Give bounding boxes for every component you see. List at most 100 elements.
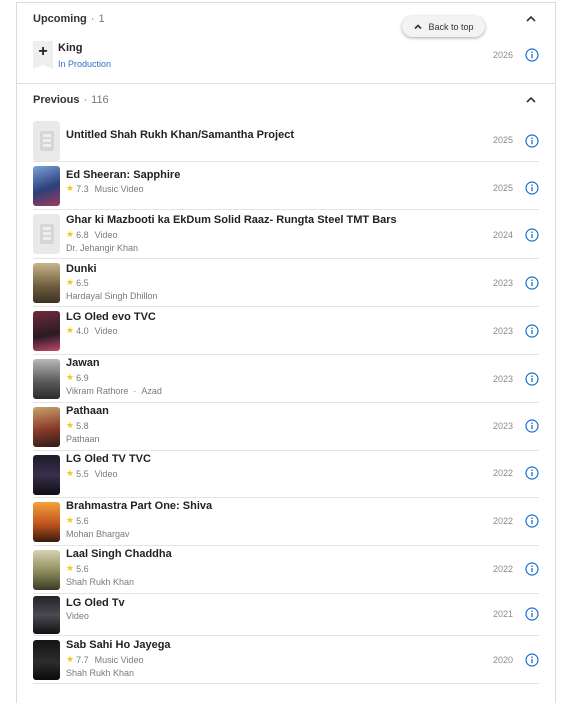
info-circle-icon[interactable] bbox=[525, 607, 539, 621]
info-circle-icon[interactable] bbox=[525, 562, 539, 576]
item-year: 2026 bbox=[492, 50, 513, 60]
list-item[interactable]: Dunki ★ 6.5 Hardayal Singh Dhillon 2023 bbox=[33, 260, 539, 307]
info-circle-icon[interactable] bbox=[525, 324, 539, 338]
item-title[interactable]: Dunki bbox=[66, 263, 97, 275]
item-year: 2025 bbox=[492, 183, 513, 193]
info-circle-icon[interactable] bbox=[525, 181, 539, 195]
item-title[interactable]: Jawan bbox=[66, 357, 100, 369]
item-year: 2023 bbox=[492, 326, 513, 336]
add-to-watchlist-button[interactable]: + bbox=[33, 41, 53, 69]
item-title[interactable]: Brahmastra Part One: Shiva bbox=[66, 500, 212, 512]
info-circle-icon[interactable] bbox=[525, 466, 539, 480]
item-meta: ★ 6.9 bbox=[66, 372, 89, 383]
item-status: In Production bbox=[58, 59, 112, 69]
item-rating: 6.9 bbox=[76, 372, 89, 383]
info-circle-icon[interactable] bbox=[525, 653, 539, 667]
list-item[interactable]: Ed Sheeran: Sapphire ★ 7.3 Music Video 2… bbox=[33, 163, 539, 210]
list-item[interactable]: Pathaan ★ 5.8 Pathaan 2023 bbox=[33, 404, 539, 451]
list-item[interactable]: Untitled Shah Rukh Khan/Samantha Project… bbox=[33, 119, 539, 162]
info-circle-icon[interactable] bbox=[525, 276, 539, 290]
info-circle-icon[interactable] bbox=[525, 419, 539, 433]
item-rating: 4.0 bbox=[76, 325, 89, 336]
list-item[interactable]: LG Oled TV TVC ★ 5.5 Video 2022 bbox=[33, 452, 539, 498]
poster-image[interactable] bbox=[33, 263, 60, 303]
item-title[interactable]: Untitled Shah Rukh Khan/Samantha Project bbox=[66, 129, 294, 141]
item-year: 2023 bbox=[492, 278, 513, 288]
chevron-up-icon[interactable] bbox=[523, 92, 539, 108]
upcoming-sep: · bbox=[90, 13, 95, 25]
item-role: Dr. Jehangir Khan bbox=[66, 243, 139, 253]
item-title[interactable]: Laal Singh Chaddha bbox=[66, 548, 172, 560]
item-rating: 7.3 bbox=[76, 183, 89, 194]
filmography-panel: Upcoming · 1 Back to top + King In Produ… bbox=[16, 2, 556, 703]
previous-section-header[interactable]: Previous · 116 bbox=[33, 86, 539, 114]
item-type: Music Video bbox=[94, 654, 144, 665]
poster-image[interactable] bbox=[33, 311, 60, 351]
chevron-up-icon[interactable] bbox=[523, 11, 539, 27]
upcoming-item[interactable]: + King In Production 2026 bbox=[33, 39, 539, 75]
poster-image[interactable] bbox=[33, 455, 60, 495]
star-icon: ★ bbox=[66, 468, 75, 478]
list-item[interactable]: Sab Sahi Ho Jayega ★ 7.7 Music Video Sha… bbox=[33, 637, 539, 684]
item-rating: 6.8 bbox=[76, 229, 89, 240]
item-role: Shah Rukh Khan bbox=[66, 668, 135, 678]
upcoming-title: Upcoming bbox=[33, 13, 87, 25]
star-icon: ★ bbox=[66, 515, 75, 525]
list-item[interactable]: LG Oled evo TVC ★ 4.0 Video 2023 bbox=[33, 308, 539, 355]
item-title[interactable]: Pathaan bbox=[66, 405, 109, 417]
item-title[interactable]: Ed Sheeran: Sapphire bbox=[66, 169, 180, 181]
item-role: Shah Rukh Khan bbox=[66, 577, 135, 587]
item-meta: ★ 6.8 Video bbox=[66, 229, 117, 240]
info-circle-icon[interactable] bbox=[525, 372, 539, 386]
item-year: 2024 bbox=[492, 230, 513, 240]
star-icon: ★ bbox=[66, 325, 75, 335]
item-role: Pathaan bbox=[66, 434, 100, 444]
back-to-top-label: Back to top bbox=[428, 21, 474, 32]
star-icon: ★ bbox=[66, 420, 75, 430]
star-icon: ★ bbox=[66, 563, 75, 573]
info-circle-icon[interactable] bbox=[525, 514, 539, 528]
item-meta: ★ 5.6 bbox=[66, 515, 89, 526]
poster-image[interactable] bbox=[33, 166, 60, 206]
role-separator: · bbox=[133, 386, 137, 396]
star-icon: ★ bbox=[66, 183, 75, 193]
item-title[interactable]: Ghar ki Mazbooti ka EkDum Solid Raaz- Ru… bbox=[66, 214, 397, 226]
item-type: Music Video bbox=[94, 183, 144, 194]
star-icon: ★ bbox=[66, 229, 75, 239]
poster-image[interactable] bbox=[33, 407, 60, 447]
item-title[interactable]: LG Oled evo TVC bbox=[66, 311, 156, 323]
info-circle-icon[interactable] bbox=[525, 48, 539, 62]
poster-image[interactable] bbox=[33, 640, 60, 680]
item-title[interactable]: King bbox=[58, 42, 82, 54]
item-rating: 7.7 bbox=[76, 654, 89, 665]
star-icon: ★ bbox=[66, 372, 75, 382]
item-meta: ★ 6.5 bbox=[66, 277, 89, 288]
list-item[interactable]: LG Oled Tv Video 2021 bbox=[33, 595, 539, 636]
item-title[interactable]: LG Oled Tv bbox=[66, 597, 125, 609]
plus-icon: + bbox=[38, 43, 48, 60]
item-title[interactable]: LG Oled TV TVC bbox=[66, 453, 151, 465]
info-circle-icon[interactable] bbox=[525, 134, 539, 148]
poster-placeholder bbox=[33, 121, 60, 161]
poster-image[interactable] bbox=[33, 502, 60, 542]
item-type: Video bbox=[94, 229, 118, 240]
previous-count: 116 bbox=[91, 94, 109, 106]
item-meta: ★ 7.3 Music Video bbox=[66, 183, 143, 194]
item-year: 2022 bbox=[492, 468, 513, 478]
poster-image[interactable] bbox=[33, 359, 60, 399]
info-circle-icon[interactable] bbox=[525, 228, 539, 242]
item-type: Video bbox=[66, 611, 89, 621]
item-title[interactable]: Sab Sahi Ho Jayega bbox=[66, 639, 171, 651]
item-meta: ★ 5.6 bbox=[66, 563, 89, 574]
poster-image[interactable] bbox=[33, 550, 60, 590]
item-rating: 5.6 bbox=[76, 563, 89, 574]
item-meta: ★ 5.5 Video bbox=[66, 468, 117, 479]
poster-image[interactable] bbox=[33, 596, 60, 634]
back-to-top-button[interactable]: Back to top bbox=[402, 16, 485, 37]
item-role: Vikram Rathore bbox=[66, 386, 129, 396]
list-item[interactable]: Jawan ★ 6.9 Vikram Rathore · Azad 2023 bbox=[33, 356, 539, 403]
list-item[interactable]: Ghar ki Mazbooti ka EkDum Solid Raaz- Ru… bbox=[33, 211, 539, 259]
list-item[interactable]: Brahmastra Part One: Shiva ★ 5.6 Mohan B… bbox=[33, 499, 539, 546]
star-icon: ★ bbox=[66, 654, 75, 664]
list-item[interactable]: Laal Singh Chaddha ★ 5.6 Shah Rukh Khan … bbox=[33, 547, 539, 594]
